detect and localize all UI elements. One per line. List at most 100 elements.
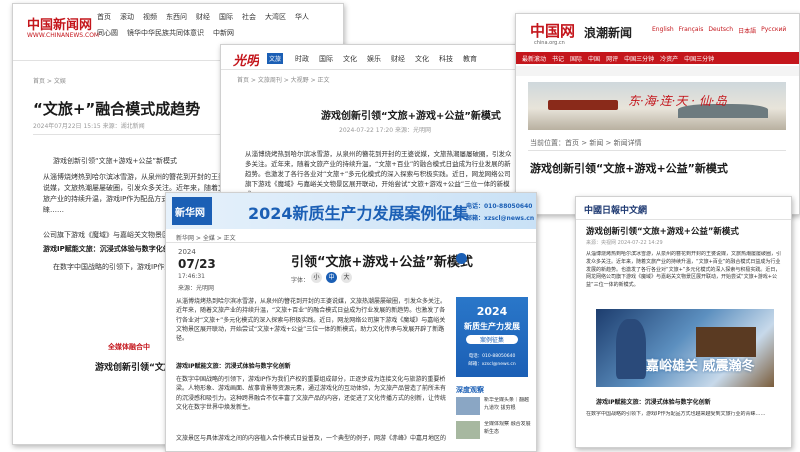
fortress-shape: [696, 327, 756, 357]
nav-item[interactable]: 文化: [343, 54, 357, 64]
chinaorg-channel: 浪潮新闻: [584, 26, 633, 40]
chinaorg-page: 中国网 china.org.cn 浪潮新闻 English Français D…: [515, 13, 800, 215]
nav-item[interactable]: 东西问: [166, 12, 187, 22]
chinaorg-nav-2: [516, 66, 799, 76]
chinadaily-meta: 来源：央视网 2024-07-22 14:29: [586, 240, 663, 246]
chinaorg-banner[interactable]: 东·海·连·天 · 仙·岛: [528, 82, 786, 130]
nav-item[interactable]: 国际: [219, 12, 233, 22]
guangming-logo-badge: 文旅: [267, 53, 284, 64]
lang-link[interactable]: Русский: [761, 26, 786, 35]
nav-item[interactable]: 滚动: [120, 12, 134, 22]
xinhua-side-item[interactable]: 新华全媒头条｜翻越九道坎 拔穷根: [484, 397, 532, 417]
nav-item[interactable]: 文化: [415, 54, 429, 64]
chinanews-nav-row1: 首页 滚动 视频 东西问 财经 国际 社会 大湾区 华人: [97, 12, 337, 22]
chinaorg-headline: 游戏创新引领“文旅+游戏+公益”新模式: [530, 162, 728, 175]
chinaorg-breadcrumb[interactable]: 当前位置：首页 > 新闻 > 新闻详情: [530, 138, 642, 148]
xinhua-source: 来源：光明网: [178, 285, 215, 292]
nav-item[interactable]: 视频: [143, 12, 157, 22]
xinhua-banner-mail: 邮箱：xzscl@news.cn: [466, 215, 535, 222]
font-medium-button[interactable]: 中: [326, 272, 337, 283]
chinaorg-logo-sub: china.org.cn: [534, 40, 565, 46]
chinadaily-logo[interactable]: 中國日報中文網: [584, 203, 647, 216]
chinanews-paragraph-2: 公司旗下游戏《魔域》与嘉峪关文物景区展开: [43, 231, 183, 239]
font-small-button[interactable]: 小: [311, 272, 322, 283]
chinaorg-logo[interactable]: 中国网: [530, 20, 575, 41]
xinhua-paragraph: 从淄博烧烤热到哈尔滨冰雪游，从泉州的簪花到开封的王婆说媒，文旅热潮屡屡破圈，引发…: [176, 298, 446, 343]
guangming-breadcrumb[interactable]: 首页 > 文旅周刊 > 大视野 > 正文: [237, 75, 330, 84]
guangming-page: 光明 文旅 时政 国际 文化 娱乐 财经 文化 科技 教育 首页 > 文旅周刊 …: [220, 44, 532, 211]
nav-item[interactable]: 中国三分钟: [624, 54, 654, 63]
nav-item[interactable]: 社会: [242, 12, 256, 22]
side-ad-sub: 案例征集: [466, 335, 518, 344]
chinanews-meta: 2024年07月22日 15:15 来源：湖北新闻: [33, 123, 145, 130]
nav-item[interactable]: 大湾区: [265, 12, 286, 22]
guangming-headline: 游戏创新引领“文旅+游戏+公益”新模式: [321, 111, 501, 122]
xinhua-side-thumb[interactable]: [456, 397, 480, 415]
chinaorg-banner-text: 东·海·连·天 · 仙·岛: [628, 94, 727, 108]
nav-item[interactable]: 首页: [97, 12, 111, 22]
nav-item[interactable]: 同心圆: [97, 28, 118, 38]
nav-item[interactable]: 财经: [196, 12, 210, 22]
xinhua-paragraph-2: 在数字中国战略的引领下，游戏IP作为我们产权的重要组成部分，正逐步成为连接文化与…: [176, 376, 446, 411]
lang-link[interactable]: English: [652, 26, 674, 35]
audio-play-icon[interactable]: [456, 253, 467, 264]
nav-item[interactable]: 中新网: [213, 28, 234, 38]
lang-link[interactable]: Français: [679, 26, 704, 35]
side-ad-tel: 电话：010-88050640: [468, 354, 516, 359]
xinhua-font-label: 字体：: [291, 277, 310, 284]
chinadaily-image-caption: 嘉峪雄关 威震瀚冬: [646, 359, 755, 374]
lang-link[interactable]: Deutsch: [708, 26, 733, 35]
font-large-button[interactable]: 大: [341, 272, 352, 283]
xinhua-logo[interactable]: 新华网: [172, 197, 212, 225]
xinhua-banner[interactable]: 新华网 2024新质生产力发展案例征集 电话：010-88050640 邮箱：x…: [166, 193, 536, 229]
xinhua-side-ad[interactable]: 2024 新质生产力发展 案例征集 电话：010-88050640 邮箱：xzs…: [456, 297, 528, 377]
xinhua-breadcrumb[interactable]: 新华网 > 全媒 > 正文: [176, 233, 236, 242]
nav-item[interactable]: 中国: [588, 54, 600, 63]
side-ad-mail: 邮箱：xzscl@news.cn: [468, 362, 516, 367]
nav-item[interactable]: 教育: [463, 54, 477, 64]
xinhua-year: 2024: [178, 248, 196, 256]
chinanews-nav: 首页 滚动 视频 东西问 财经 国际 社会 大湾区 华人 同心圆 镜华中华民族共…: [97, 12, 337, 38]
chinanews-nav-row2: 同心圆 镜华中华民族共同体意识 中新网: [97, 28, 337, 38]
nav-item[interactable]: 书记: [552, 54, 564, 63]
nav-item[interactable]: 网评: [606, 54, 618, 63]
nav-item[interactable]: 中国三分钟: [684, 54, 714, 63]
chinadaily-subheading: 游戏IP赋能文旅：沉浸式体验与数字化创新: [596, 399, 711, 406]
guangming-meta: 2024-07-22 17:20 来源：光明网: [339, 127, 431, 134]
chinanews-logo[interactable]: 中国新闻网: [27, 14, 92, 33]
xinhua-side-item-2[interactable]: 全媒体观察 融合发展新生态: [484, 421, 532, 441]
nav-item[interactable]: 最新滚动: [522, 54, 546, 63]
chinaorg-nav: 最新滚动 书记 国际 中国 网评 中国三分钟 冷资产 中国三分钟: [516, 52, 799, 64]
chinadaily-paragraph-2: 在数字中国战略的引领下，游戏IP作为配品方式也越来越受到文旅行业的青睐……: [586, 411, 766, 417]
guangming-logo[interactable]: 光明: [233, 50, 259, 69]
nav-item[interactable]: 国际: [570, 54, 582, 63]
xinhua-side-heading: 深度观察: [456, 386, 484, 394]
chinanews-headline: “文旅+”融合模式成趋势: [33, 100, 201, 118]
xinhua-paragraph-3: 文旅景区与具体游戏之间的内容植入合作模式日益普及，一个典型的例子，网游《赤峰》中…: [176, 435, 446, 442]
nav-item[interactable]: 时政: [295, 54, 309, 64]
chinaorg-language-bar: English Français Deutsch 日本語 Русский: [652, 26, 786, 35]
nav-item[interactable]: 娱乐: [367, 54, 381, 64]
nav-item[interactable]: 镜华中华民族共同体意识: [127, 28, 204, 38]
chinadaily-headline: 游戏创新引领“文旅+游戏+公益”新模式: [586, 227, 739, 237]
chinanews-logo-sub: WWW.CHINANEWS.COM: [27, 32, 100, 39]
chinadaily-page: 中國日報中文網 游戏创新引领“文旅+游戏+公益”新模式 来源：央视网 2024-…: [575, 196, 792, 448]
chinanews-breadcrumb[interactable]: 首页 > 文娱: [33, 76, 66, 85]
xinhua-banner-tel: 电话：010-88050640: [466, 203, 533, 210]
chinanews-subheading: 游戏创新引领“文旅+游戏+公益”新模式: [53, 157, 177, 165]
nav-item[interactable]: 财经: [391, 54, 405, 64]
xinhua-subheading: 游戏IP赋能文旅：沉浸式体验与数字化创新: [176, 363, 291, 370]
nav-item[interactable]: 科技: [439, 54, 453, 64]
chinadaily-paragraph: 从淄博烧烤热到哈尔滨冰雪游，从泉州的簪花到开封的王婆说媒，文旅热潮屡屡破圈，引发…: [586, 251, 782, 288]
xinhua-headline: 引领“文旅+游戏+公益”新模式: [291, 255, 473, 270]
xinhua-page: 新华网 2024新质生产力发展案例征集 电话：010-88050640 邮箱：x…: [165, 192, 537, 452]
nav-item[interactable]: 华人: [295, 12, 309, 22]
chinadaily-article-image[interactable]: 嘉峪雄关 威震瀚冬: [596, 309, 774, 387]
xinhua-banner-title: 2024新质生产力发展案例征集: [248, 204, 469, 223]
nav-item[interactable]: 冷资产: [660, 54, 678, 63]
nav-item[interactable]: 国际: [319, 54, 333, 64]
xinhua-side-thumb-2[interactable]: [456, 421, 480, 439]
chinanews-section-title: 游戏IP赋能文旅：沉浸式体验与数字化创新: [43, 245, 177, 253]
lang-link[interactable]: 日本語: [738, 26, 756, 35]
side-ad-year: 2024: [476, 305, 508, 318]
